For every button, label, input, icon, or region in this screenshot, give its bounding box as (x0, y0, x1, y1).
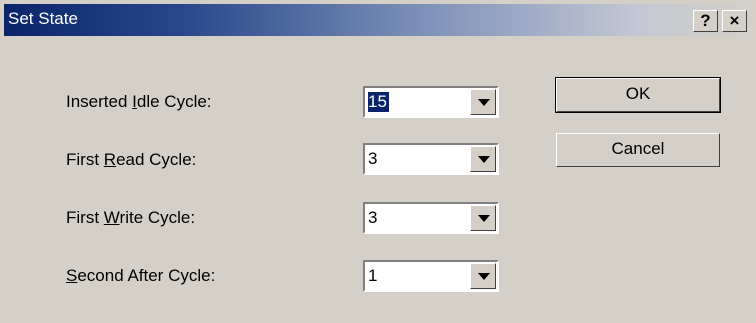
first-write-cycle-combo[interactable]: 3 (363, 202, 499, 234)
second-after-cycle-combo[interactable]: 1 (363, 260, 499, 292)
cancel-button[interactable]: Cancel (556, 133, 720, 167)
first-write-cycle-label: First Write Cycle: (66, 208, 196, 227)
chevron-down-icon (478, 99, 490, 106)
set-state-dialog: Set State ? × Inserted Idle Cycle: 15 Fi… (0, 0, 756, 323)
inserted-idle-cycle-label: Inserted Idle Cycle: (66, 92, 212, 111)
second-after-cycle-label: Second After Cycle: (66, 266, 216, 285)
window-title: Set State (8, 9, 78, 28)
chevron-down-icon (478, 215, 490, 222)
first-write-cycle-value: 3 (368, 208, 378, 227)
inserted-idle-cycle-value: 15 (367, 91, 390, 113)
inserted-idle-cycle-dropdown-button[interactable] (470, 89, 496, 115)
second-after-cycle-value: 1 (368, 266, 378, 285)
help-button[interactable]: ? (693, 10, 718, 32)
inserted-idle-cycle-combo[interactable]: 15 (363, 86, 499, 118)
second-after-cycle-dropdown-button[interactable] (470, 263, 496, 289)
ok-button[interactable]: OK (555, 77, 721, 113)
first-write-cycle-dropdown-button[interactable] (470, 205, 496, 231)
first-read-cycle-dropdown-button[interactable] (470, 146, 496, 172)
close-button[interactable]: × (722, 10, 747, 32)
chevron-down-icon (478, 156, 490, 163)
first-read-cycle-label: First Read Cycle: (66, 150, 197, 169)
first-read-cycle-value: 3 (368, 149, 378, 168)
first-read-cycle-combo[interactable]: 3 (363, 143, 499, 175)
title-bar[interactable]: Set State ? × (4, 4, 752, 36)
chevron-down-icon (478, 273, 490, 280)
